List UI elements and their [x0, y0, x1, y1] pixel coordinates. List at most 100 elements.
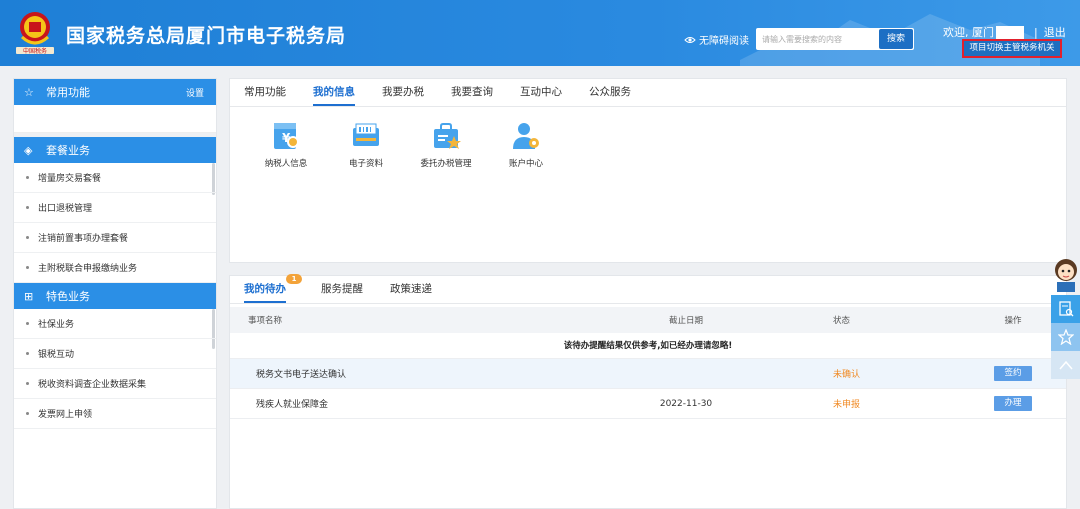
row-item-name: 残疾人就业保障金: [256, 400, 329, 410]
sidebar-item-joint-declaration[interactable]: 主附税联合申报缴纳业务: [14, 253, 216, 283]
row-status: 未申报: [833, 400, 861, 410]
special-business-header[interactable]: ⊞ 特色业务: [14, 283, 216, 309]
chevron-up-icon: [1058, 360, 1073, 370]
todo-notice: 该待办提醒结果仅供参考,如已经办理请忽略!: [230, 333, 1066, 359]
function-taxpayer-info[interactable]: ¥ 纳税人信息: [246, 120, 326, 169]
floating-toolbar: [1051, 256, 1080, 379]
column-header-deadline: 截止日期: [668, 316, 703, 326]
function-label: 纳税人信息: [264, 159, 308, 169]
common-functions-title: 常用功能: [46, 86, 90, 99]
table-row: 残疾人就业保障金 2022-11-30 未申报 办理: [230, 389, 1066, 419]
account-center-icon: [513, 123, 539, 149]
tab-policy-express[interactable]: 政策速递: [390, 275, 432, 303]
special-business-title: 特色业务: [46, 290, 90, 303]
sidebar-item-label: 银税互动: [38, 350, 75, 360]
row-deadline: 2022-11-30: [659, 398, 713, 409]
username-mask: [996, 25, 1024, 39]
bullet-icon: [26, 236, 29, 239]
logout-link[interactable]: 退出: [1044, 24, 1066, 40]
row-status: 未确认: [833, 370, 861, 380]
row-item-name: 税务文书电子送达确认: [256, 370, 347, 380]
sidebar-item-invoice-apply[interactable]: 发票网上申领: [14, 399, 216, 429]
tax-emblem-logo: 中国税务: [16, 12, 54, 55]
main-tabs: 常用功能 我的信息 我要办税 我要查询 互动中心 公众服务: [230, 79, 1066, 107]
sidebar-item-label: 增量房交易套餐: [38, 174, 102, 184]
welcome-text: 欢迎, 厦门: [943, 26, 994, 39]
sidebar-item-label: 注销前置事项办理套餐: [38, 234, 129, 244]
package-business-header[interactable]: ◈ 套餐业务: [14, 137, 216, 163]
handle-button[interactable]: 办理: [994, 396, 1032, 411]
sidebar-item-bank-tax[interactable]: 银税互动: [14, 339, 216, 369]
eye-icon: [684, 36, 696, 43]
accessible-reading-label: 无障碍阅读: [699, 36, 749, 47]
back-to-top-button[interactable]: [1051, 351, 1080, 379]
tab-public-service[interactable]: 公众服务: [589, 78, 631, 106]
sidebar-item-data-collection[interactable]: 税收资料调查企业数据采集: [14, 369, 216, 399]
sidebar-item-label: 主附税联合申报缴纳业务: [38, 264, 138, 274]
bullet-icon: [26, 322, 29, 325]
tab-tax-handling[interactable]: 我要办税: [382, 78, 424, 106]
tab-my-todo[interactable]: 我的待办 1: [244, 274, 302, 303]
bullet-icon: [26, 412, 29, 415]
tab-query[interactable]: 我要查询: [451, 78, 493, 106]
bullet-icon: [26, 382, 29, 385]
electronic-documents-icon: [353, 123, 379, 146]
bullet-icon: [26, 206, 29, 209]
sidebar-item-pre-cancellation[interactable]: 注销前置事项办理套餐: [14, 223, 216, 253]
function-electronic-documents[interactable]: 电子资料: [326, 120, 406, 169]
common-functions-list: [14, 105, 216, 133]
bullet-icon: [26, 176, 29, 179]
divider: |: [1034, 25, 1038, 39]
function-account-center[interactable]: 账户中心: [486, 120, 566, 169]
function-label: 账户中心: [508, 159, 543, 169]
package-business-title: 套餐业务: [46, 144, 90, 157]
svg-text:中国税务: 中国税务: [23, 47, 47, 55]
sidebar-item-label: 税收资料调查企业数据采集: [38, 380, 147, 390]
sidebar-item-incremental-housing[interactable]: 增量房交易套餐: [14, 163, 216, 193]
tab-my-todo-label: 我的待办: [244, 283, 286, 295]
package-business-list: 增量房交易套餐 出口退税管理 注销前置事项办理套餐 主附税联合申报缴纳业务: [14, 163, 216, 283]
sign-button[interactable]: 签约: [994, 366, 1032, 381]
accessible-reading-link[interactable]: 无障碍阅读: [684, 32, 749, 47]
sidebar-item-label: 发票网上申领: [38, 410, 93, 420]
document-search-icon: [1058, 301, 1073, 317]
column-header-status: 状态: [833, 316, 851, 326]
bullet-icon: [26, 352, 29, 355]
function-entrusted-tax[interactable]: 委托办税管理: [406, 120, 486, 169]
star-outline-icon: [1057, 329, 1074, 345]
grid-icon: ⊞: [24, 289, 34, 303]
sidebar-item-social-security[interactable]: 社保业务: [14, 309, 216, 339]
star-icon: ☆: [24, 85, 34, 99]
special-business-list: 社保业务 银税互动 税收资料调查企业数据采集 发票网上申领: [14, 309, 216, 429]
tab-common-functions[interactable]: 常用功能: [244, 78, 286, 106]
todo-table-header: 事项名称 截止日期 状态 操作: [230, 307, 1066, 333]
favorite-button[interactable]: [1051, 323, 1080, 351]
search-input[interactable]: [756, 28, 878, 50]
tab-my-info[interactable]: 我的信息: [313, 78, 355, 106]
tab-interaction-center[interactable]: 互动中心: [520, 78, 562, 106]
sidebar-item-label: 社保业务: [38, 320, 75, 330]
welcome-area: 欢迎, 厦门 | 退出: [943, 24, 1066, 40]
sidebar-item-label: 出口退税管理: [38, 204, 93, 214]
entrusted-tax-icon: [434, 123, 461, 149]
switch-authority-button[interactable]: 项目切换主管税务机关: [962, 39, 1062, 58]
tab-service-reminder[interactable]: 服务提醒: [321, 275, 363, 303]
assistant-avatar-icon[interactable]: [1051, 256, 1080, 292]
top-header: 中国税务 国家税务总局厦门市电子税务局 无障碍阅读 搜索 欢迎, 厦门 | 退出…: [0, 0, 1080, 66]
online-consult-button[interactable]: [1051, 295, 1080, 323]
common-functions-header: ☆ 常用功能 设置: [14, 79, 216, 105]
column-header-item-name: 事项名称: [248, 316, 283, 326]
taxpayer-info-icon: ¥: [274, 123, 299, 149]
search-button[interactable]: 搜索: [879, 29, 913, 49]
row-action-cell: 办理: [970, 396, 1066, 411]
sidebar-item-export-refund[interactable]: 出口退税管理: [14, 193, 216, 223]
function-label: 电子资料: [348, 159, 383, 169]
site-title: 国家税务总局厦门市电子税务局: [66, 25, 347, 47]
search-box: 搜索: [756, 28, 914, 50]
function-grid: ¥ 纳税人信息 电子资料 委托办税管理 账户中心: [230, 107, 1066, 169]
bullet-icon: [26, 266, 29, 269]
table-row: 税务文书电子送达确认 未确认 签约: [230, 359, 1066, 389]
settings-link[interactable]: 设置: [186, 86, 204, 99]
sidebar: ☆ 常用功能 设置 ◈ 套餐业务 增量房交易套餐 出口退税管理 注销前置事项办理…: [13, 78, 217, 509]
todo-count-badge: 1: [286, 274, 302, 284]
